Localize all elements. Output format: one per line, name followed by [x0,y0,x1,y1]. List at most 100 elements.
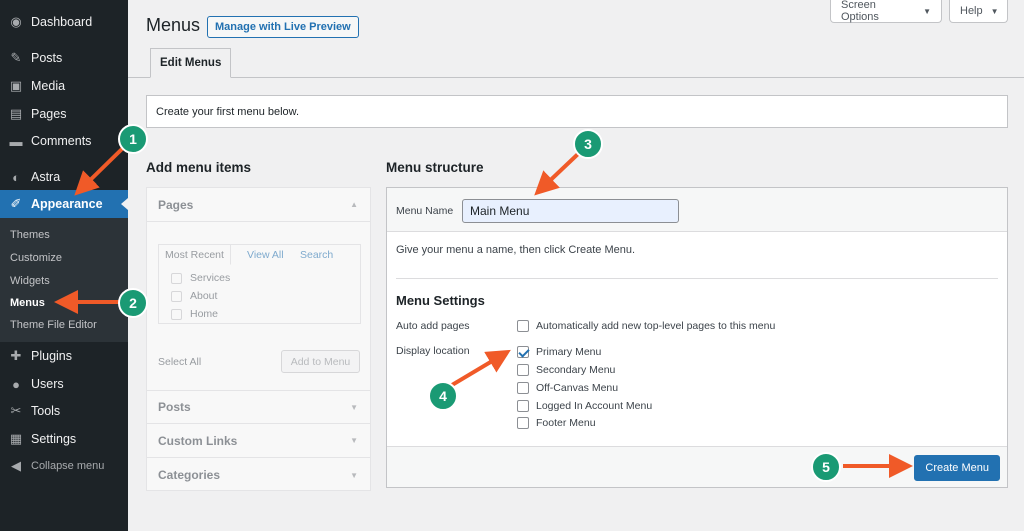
tab-edit-menus[interactable]: Edit Menus [150,48,232,78]
accordion-pages[interactable]: Pages ▲ [147,188,370,222]
help-label: Help [960,5,983,17]
brush-icon: ✐ [10,196,22,211]
sidebar-item-label: Pages [31,107,67,121]
select-all-link[interactable]: Select All [158,356,201,368]
caret-down-icon: ▼ [923,6,931,16]
sidebar-item-label: Plugins [31,349,72,363]
help-button[interactable]: Help ▼ [949,0,1008,23]
page-option-services[interactable]: Services [171,272,230,284]
annotation-badge-5: 5 [811,452,841,482]
admin-sidebar: ◉ Dashboard ✎ Posts ▣ Media ▤ Pages ▬ Comment… [0,0,128,531]
page-option-home[interactable]: Home [171,308,218,320]
screen-options-button[interactable]: Screen Options ▼ [830,0,942,23]
checkbox[interactable] [171,308,182,320]
notice-box: Create your first menu below. [146,95,1008,128]
accordion-custom-links[interactable]: Custom Links ▼ [147,424,370,458]
plugin-icon: ✚ [10,348,22,363]
auto-add-checkbox[interactable] [517,320,529,332]
accordion-label: Pages [158,197,194,212]
screen-options-label: Screen Options [841,0,879,23]
location-secondary-menu[interactable]: Secondary Menu [517,364,615,376]
chevron-down-icon: ▼ [350,470,358,480]
media-icon: ▣ [9,78,23,93]
annotation-badge-3: 3 [573,129,603,159]
sidebar-item-plugins[interactable]: ✚ Plugins [0,342,128,370]
submenu-item-menus[interactable]: Menus [10,297,45,309]
annotation-badge-2: 2 [118,288,148,318]
add-to-menu-button[interactable]: Add to Menu [281,350,360,373]
submenu-item-customize[interactable]: Customize [10,252,62,264]
sidebar-item-dashboard[interactable]: ◉ Dashboard [0,8,128,36]
create-menu-button[interactable]: Create Menu [914,455,1000,481]
option-label: Off-Canvas Menu [536,382,619,394]
location-primary-menu[interactable]: Primary Menu [517,346,601,358]
divider [396,278,998,279]
live-preview-button[interactable]: Manage with Live Preview [207,16,359,38]
menu-name-bar: Menu Name [387,188,1007,232]
sidebar-item-posts[interactable]: ✎ Posts [0,44,128,72]
logged-in-account-menu-checkbox[interactable] [517,400,529,412]
wrench-icon: ✂ [10,403,22,418]
menu-name-hint: Give your menu a name, then click Create… [396,244,636,256]
tab-divider [128,77,1024,78]
appearance-submenu: Themes Customize Widgets Menus Theme Fil… [0,218,128,342]
location-off-canvas-menu[interactable]: Off-Canvas Menu [517,382,618,394]
sidebar-item-media[interactable]: ▣ Media [0,72,128,100]
location-footer-menu[interactable]: Footer Menu [517,417,596,429]
option-label: Primary Menu [536,346,602,358]
collapse-icon: ◀ [11,458,21,473]
display-location-label: Display location [396,345,470,357]
menu-edit-panel: Menu Name Give your menu a name, then cl… [386,187,1008,488]
chevron-down-icon: ▼ [350,402,358,412]
sidebar-item-astra[interactable]: ◐ Astra [0,163,128,191]
option-label: Automatically add new top-level pages to… [536,320,776,332]
arrow-3 [534,152,580,196]
menu-settings-heading: Menu Settings [396,293,485,308]
notice-text: Create your first menu below. [156,105,300,118]
menu-name-input[interactable] [462,199,679,223]
primary-menu-checkbox[interactable] [517,346,529,358]
panel-footer: Create Menu [387,446,1007,487]
auto-add-option[interactable]: Automatically add new top-level pages to… [517,320,775,332]
comment-icon: ▬ [9,133,23,149]
sidebar-item-label: Collapse menu [31,460,105,472]
accordion-posts[interactable]: Posts ▼ [147,390,370,424]
checkbox[interactable] [171,290,182,302]
off-canvas-menu-checkbox[interactable] [517,382,529,394]
page-option-label: Services [190,272,231,284]
sidebar-item-label: Comments [31,134,92,148]
tab-view-all[interactable]: View All [241,245,290,265]
pin-icon: ✎ [10,50,22,65]
sidebar-item-label: Settings [31,432,77,446]
option-label: Secondary Menu [536,364,616,376]
sidebar-item-label: Appearance [31,197,103,211]
location-logged-in-account-menu[interactable]: Logged In Account Menu [517,400,652,412]
settings-icon: ▦ [9,431,23,446]
page-option-about[interactable]: About [171,290,217,302]
submenu-item-themes[interactable]: Themes [10,229,50,241]
chevron-down-icon: ▼ [350,436,358,445]
sidebar-item-comments[interactable]: ▬ Comments [0,127,128,155]
page-option-label: About [190,290,218,302]
sidebar-item-tools[interactable]: ✂ Tools [0,397,128,425]
caret-down-icon: ▼ [990,6,999,16]
sidebar-item-appearance[interactable]: ✐ Appearance [0,190,128,218]
page-icon: ▤ [9,106,23,121]
tab-search[interactable]: Search [294,245,339,265]
secondary-menu-checkbox[interactable] [517,364,529,376]
tab-most-recent[interactable]: Most Recent [159,245,231,265]
sidebar-item-settings[interactable]: ▦ Settings [0,425,128,453]
submenu-item-widgets[interactable]: Widgets [10,275,50,287]
sidebar-item-users[interactable]: ● Users [0,370,128,398]
sidebar-item-label: Dashboard [31,15,93,29]
collapse-menu-button[interactable]: ◀ Collapse menu [0,452,128,480]
footer-menu-checkbox[interactable] [517,417,529,429]
user-icon: ● [12,376,20,392]
submenu-item-theme-file-editor[interactable]: Theme File Editor [10,319,97,331]
sidebar-item-label: Users [31,377,64,391]
annotation-badge-1: 1 [118,124,148,154]
add-menu-items-heading: Add menu items [146,160,252,175]
accordion-categories[interactable]: Categories ▼ [147,458,370,492]
checkbox[interactable] [171,272,182,284]
sidebar-item-pages[interactable]: ▤ Pages [0,100,128,128]
